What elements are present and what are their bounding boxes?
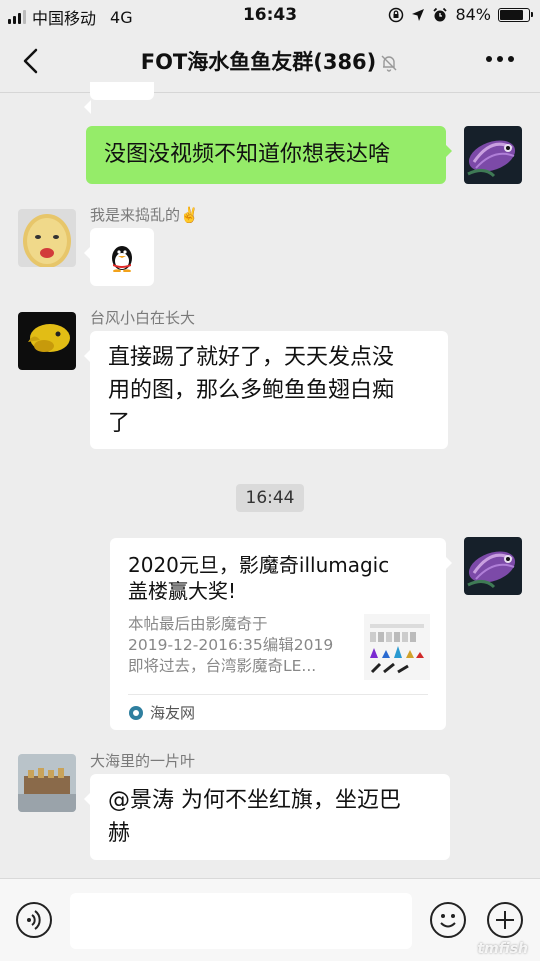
alarm-icon [433,7,448,21]
status-bar: 中国移动 4G 16:43 84% [0,0,540,30]
location-icon [412,8,425,21]
status-right: 84% [388,5,533,24]
message-text-line: 直接踢了就好了，天天发点没 [108,345,395,370]
input-bar: tmfish [0,878,540,961]
more-dots-icon[interactable] [486,56,514,62]
chat-header: FOT海水鱼鱼友群(386) [0,30,540,93]
card-divider [128,694,428,695]
sticker-message-bubble[interactable] [84,228,154,286]
penguin-emoji [112,246,132,272]
chat-title-row: FOT海水鱼鱼友群(386) [0,46,540,76]
my-avatar[interactable] [464,126,522,184]
emoji-icon[interactable] [430,902,466,938]
card-thumbnail [364,614,430,680]
watermark: tmfish [477,941,528,957]
link-card-message[interactable]: 2020元旦，影魔奇illumagic 盖楼赢大奖! 本帖最后由影魔奇于 201… [110,538,452,730]
message-input[interactable] [70,893,412,949]
card-title: 2020元旦，影魔奇illumagic 盖楼赢大奖! [128,552,428,604]
sender-avatar[interactable] [18,209,76,267]
source-logo-icon [129,705,143,720]
message-text-line: 赫 [108,821,131,846]
chat-title: FOT海水鱼鱼友群(386) [140,50,377,74]
card-source-name: 海友网 [150,704,196,722]
bell-off-icon [381,55,397,72]
card-description: 本帖最后由影魔奇于 2019-12-2016:35编辑2019 即将过去，台湾影… [128,614,350,677]
plus-icon[interactable] [487,902,523,938]
clipped-message-bubble [84,82,154,114]
battery-icon [498,7,533,22]
sender-avatar[interactable] [18,754,76,812]
message-text-line: 了 [108,411,131,436]
battery-fill [500,9,523,20]
card-desc-line: 本帖最后由影魔奇于 [128,615,268,633]
message-bubble[interactable]: @景涛 为何不坐红旗，坐迈巴 赫 [84,774,450,860]
rotation-lock-icon [389,7,404,22]
message-bubble[interactable]: 直接踢了就好了，天天发点没 用的图，那么多鲍鱼鱼翅白痴 了 [84,331,448,449]
card-title-line: 盖楼赢大奖! [128,579,237,603]
card-title-line: 2020元旦，影魔奇illumagic [128,553,390,577]
timestamp: 16:44 [236,484,304,512]
sender-name: 台风小白在长大 [90,309,196,327]
my-message-bubble[interactable]: 没图没视频不知道你想表达啥 [86,126,452,184]
sender-name: 我是来捣乱的✌️ [90,206,199,224]
sender-avatar[interactable] [18,312,76,370]
card-source: 海友网 [128,702,195,723]
message-text-line: @景涛 为何不坐红旗，坐迈巴 [108,788,401,813]
message-text: 没图没视频不知道你想表达啥 [104,142,391,167]
battery-percent: 84% [455,5,491,24]
message-text-line: 用的图，那么多鲍鱼鱼翅白痴 [108,378,395,403]
card-desc-line: 即将过去，台湾影魔奇LE... [128,657,317,675]
my-avatar[interactable] [464,537,522,595]
voice-icon[interactable] [16,902,52,938]
card-desc-line: 2019-12-2016:35编辑2019 [128,636,334,654]
sender-name: 大海里的一片叶 [90,752,196,770]
